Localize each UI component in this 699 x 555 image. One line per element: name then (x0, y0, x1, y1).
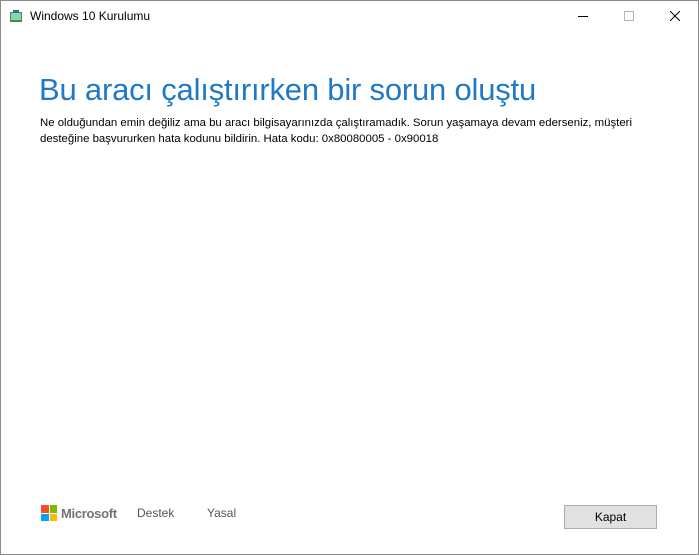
maximize-button[interactable] (606, 1, 652, 32)
windows-setup-icon (9, 9, 23, 23)
close-button[interactable]: Kapat (564, 505, 657, 529)
maximize-icon (624, 8, 634, 26)
setup-window: Windows 10 Kurulumu Bu aracı çalıştırırk… (0, 0, 699, 555)
support-link[interactable]: Destek (137, 506, 174, 520)
page-title: Bu aracı çalıştırırken bir sorun oluştu (39, 72, 537, 107)
close-icon (669, 8, 681, 26)
microsoft-wordmark: Microsoft (61, 505, 117, 521)
minimize-icon (578, 8, 588, 26)
minimize-button[interactable] (560, 1, 606, 32)
title-bar[interactable]: Windows 10 Kurulumu (1, 1, 698, 32)
legal-link[interactable]: Yasal (207, 506, 236, 520)
error-message: Ne olduğundan emin değiliz ama bu aracı … (40, 117, 632, 145)
close-window-button[interactable] (652, 1, 698, 32)
window-title: Windows 10 Kurulumu (30, 9, 151, 23)
microsoft-logo-icon (41, 505, 57, 521)
microsoft-logo: Microsoft (41, 505, 117, 521)
footer: Microsoft Destek Yasal Kapat (1, 491, 698, 541)
